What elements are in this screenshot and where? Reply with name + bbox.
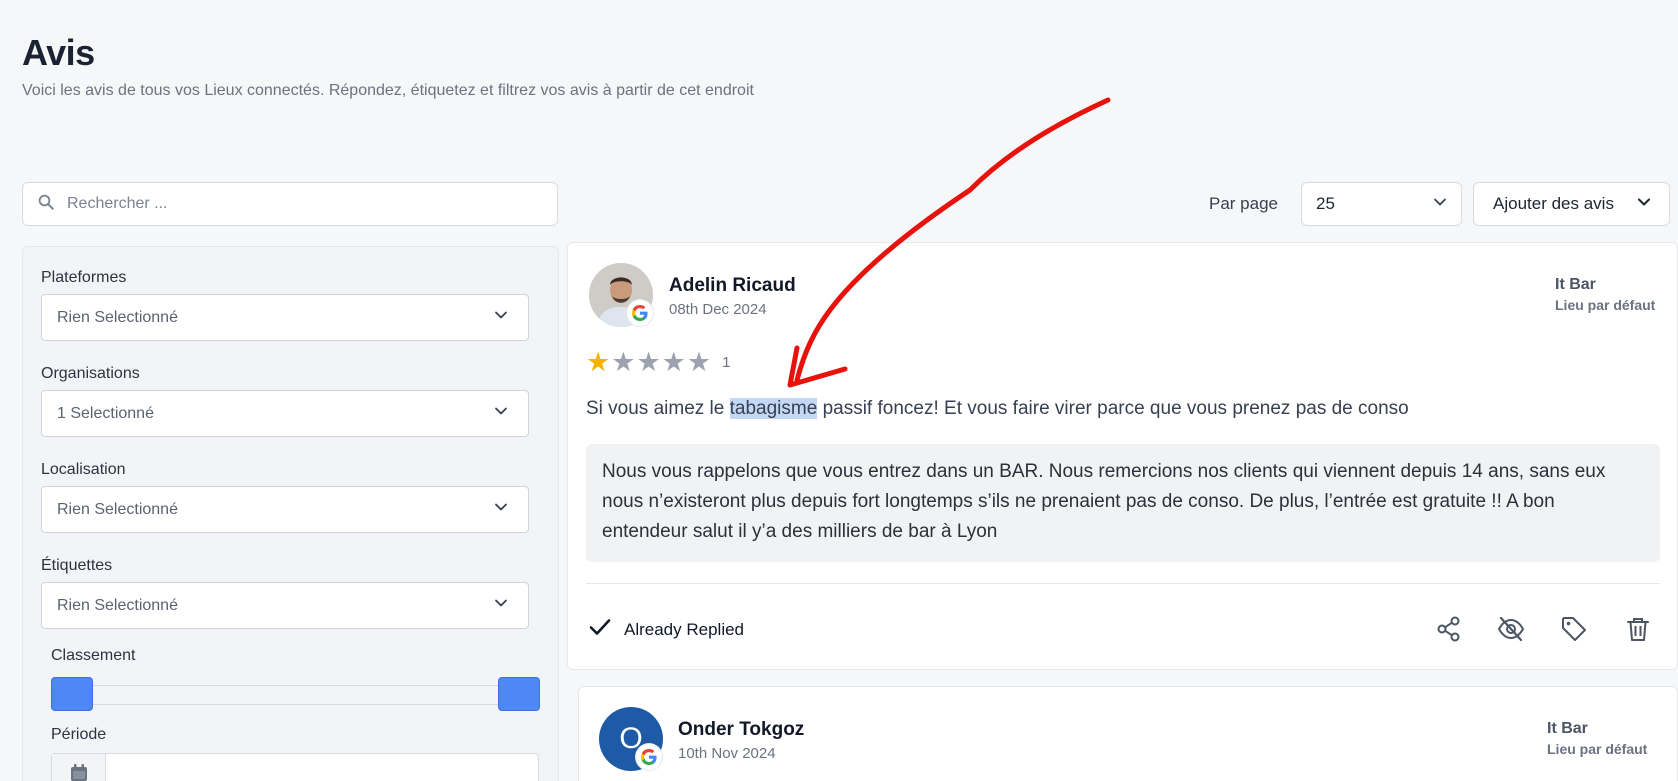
calendar-icon[interactable] (52, 754, 106, 781)
tag-icon (1562, 617, 1586, 641)
trash-icon (1627, 618, 1649, 641)
period-label: Période (51, 726, 107, 743)
hide-button[interactable] (1495, 613, 1527, 645)
star-icon: ★ (686, 347, 712, 377)
per-page-label: Par page (1209, 194, 1278, 213)
location-sub: Lieu par défaut (1555, 297, 1656, 313)
eye-off-icon (1497, 616, 1525, 642)
location-name: It Bar (1547, 720, 1588, 737)
review-text-before: Si vous aimez le (586, 398, 730, 419)
reply-status: Already Replied (588, 615, 744, 644)
chevron-down-icon (1433, 194, 1447, 214)
ranking-slider-track[interactable] (51, 685, 539, 705)
period-date-input[interactable] (51, 753, 539, 781)
ranking-slider-min-handle[interactable] (51, 677, 93, 711)
tag-button[interactable] (1558, 613, 1590, 645)
google-icon (627, 300, 653, 326)
review-text-after: passif foncez! Et vous faire virer parce… (817, 398, 1409, 419)
localisation-select[interactable]: Rien Selectionné (41, 486, 529, 533)
divider (586, 583, 1660, 584)
location-name: It Bar (1555, 276, 1596, 293)
chevron-down-icon (494, 500, 508, 519)
delete-button[interactable] (1622, 613, 1654, 645)
localisation-label: Localisation (41, 461, 126, 478)
chevron-down-icon (494, 308, 508, 327)
organisations-select[interactable]: 1 Selectionné (41, 390, 529, 437)
review-text: Si vous aimez le tabagisme passif foncez… (586, 398, 1409, 420)
star-icon: ★ (661, 347, 686, 377)
review-date: 08th Dec 2024 (669, 301, 767, 318)
chevron-down-icon (1637, 194, 1651, 214)
reply-status-label: Already Replied (624, 619, 745, 639)
review-date: 10th Nov 2024 (678, 745, 776, 762)
search-bar[interactable] (22, 182, 558, 226)
star-icon: ★ (611, 347, 636, 377)
rating-stars: ★ ★ ★ ★ ★ 1 (586, 349, 730, 376)
review-author: Adelin Ricaud (669, 275, 796, 296)
per-page-select[interactable]: 25 (1301, 182, 1462, 226)
filters-panel: Plateformes Rien Selectionné Organisatio… (22, 246, 559, 781)
star-icon: ★ (636, 347, 661, 377)
search-icon (37, 193, 55, 216)
organisations-value: 1 Selectionné (57, 404, 154, 422)
tags-label: Étiquettes (41, 557, 113, 574)
tags-value: Rien Selectionné (57, 596, 178, 614)
review-text-highlight: tabagisme (729, 398, 818, 419)
review-card: O Onder Tokgoz 10th Nov 2024 It Bar Lieu… (578, 686, 1678, 781)
localisation-value: Rien Selectionné (57, 500, 178, 518)
ranking-label: Classement (51, 647, 136, 664)
add-reviews-label: Ajouter des avis (1493, 194, 1614, 213)
platforms-select[interactable]: Rien Selectionné (41, 294, 529, 341)
rating-value: 1 (722, 354, 731, 371)
per-page-value: 25 (1316, 194, 1335, 213)
search-input[interactable] (67, 195, 547, 213)
ranking-slider-max-handle[interactable] (498, 677, 540, 711)
share-button[interactable] (1433, 613, 1465, 645)
review-card: Adelin Ricaud 08th Dec 2024 It Bar Lieu … (567, 242, 1678, 670)
share-icon (1437, 616, 1460, 642)
tags-select[interactable]: Rien Selectionné (41, 582, 529, 629)
location-sub: Lieu par défaut (1547, 741, 1648, 757)
owner-reply: Nous vous rappelons que vous entrez dans… (586, 444, 1660, 562)
star-icon: ★ (586, 347, 611, 377)
organisations-label: Organisations (41, 365, 140, 382)
platforms-value: Rien Selectionné (57, 308, 178, 326)
review-author: Onder Tokgoz (678, 719, 805, 740)
google-icon (636, 744, 662, 770)
add-reviews-button[interactable]: Ajouter des avis (1473, 182, 1670, 226)
page-subtitle: Voici les avis de tous vos Lieux connect… (22, 82, 754, 99)
check-icon (588, 615, 612, 644)
platforms-label: Plateformes (41, 269, 127, 286)
chevron-down-icon (494, 404, 508, 423)
chevron-down-icon (494, 596, 508, 615)
page-title: Avis (22, 32, 95, 73)
